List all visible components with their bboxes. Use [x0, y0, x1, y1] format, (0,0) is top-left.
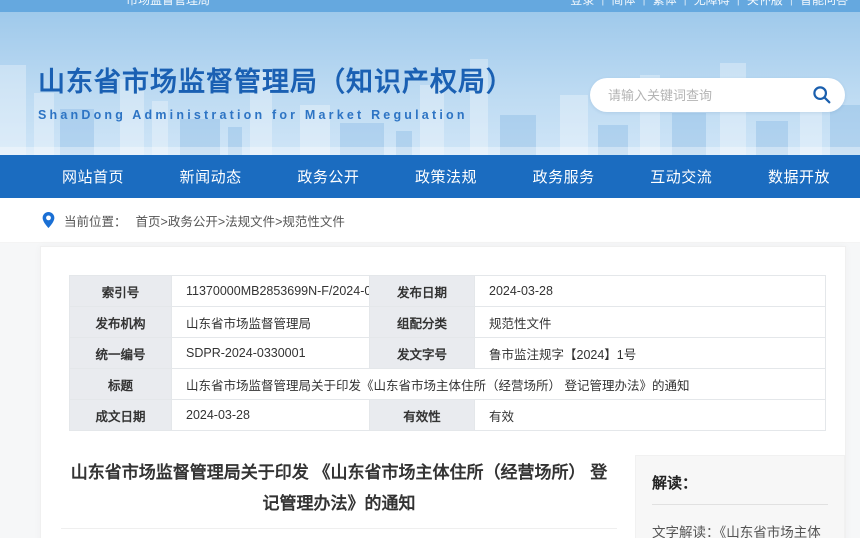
field-value-doc-no: 鲁市监注规字【2024】1号 [475, 338, 826, 369]
topbar-link-care-version[interactable]: 关怀版 [747, 0, 783, 8]
location-pin-icon [42, 212, 55, 228]
interpretation-panel: 解读： 文字解读：《山东省市场主体住所（经营场所）登记管理办法》 [635, 455, 845, 538]
nav-item-news[interactable]: 新闻动态 [180, 166, 242, 187]
nav-item-home[interactable]: 网站首页 [62, 166, 124, 187]
field-value-title: 山东省市场监督管理局关于印发《山东省市场主体住所（经营场所） 登记管理办法》的通… [172, 369, 826, 400]
site-subtitle-english: ShanDong Administration for Market Regul… [38, 108, 514, 122]
search-input[interactable] [606, 87, 809, 104]
field-label-unified-no: 统一编号 [70, 338, 172, 369]
nav-item-policies[interactable]: 政策法规 [415, 166, 477, 187]
search-button[interactable] [809, 82, 835, 108]
site-brand: 山东省市场监督管理局（知识产权局） ShanDong Administratio… [38, 60, 514, 122]
field-label-category: 组配分类 [370, 307, 475, 338]
article-title: 山东省市场监督管理局关于印发 《山东省市场主体住所（经营场所） 登记管理办法》的… [65, 457, 613, 519]
field-value-category: 规范性文件 [475, 307, 826, 338]
field-value-unified-no: SDPR-2024-0330001 [172, 338, 370, 369]
field-label-publish-date: 发布日期 [370, 276, 475, 307]
nav-item-gov-disclosure[interactable]: 政务公开 [297, 166, 359, 187]
table-row: 索引号 11370000MB2853699N-F/2024-00300 发布日期… [70, 276, 826, 307]
page: 市场监督管理局 登录 | 简体 | 繁体 | 无障碍 | 关怀版 | 智能问答 [0, 0, 860, 538]
nav-item-interaction[interactable]: 互动交流 [650, 166, 712, 187]
search-icon [811, 84, 833, 106]
breadcrumb-path[interactable]: 首页>政务公开>法规文件>规范性文件 [136, 211, 345, 230]
main-nav: 网站首页 新闻动态 政务公开 政策法规 政务服务 互动交流 数据开放 [0, 155, 860, 198]
article-section: 山东省市场监督管理局关于印发 《山东省市场主体住所（经营场所） 登记管理办法》的… [41, 431, 845, 538]
table-row: 成文日期 2024-03-28 有效性 有效 [70, 400, 826, 431]
breadcrumb: 当前位置： 首页>政务公开>法规文件>规范性文件 [0, 198, 860, 243]
separator: | [684, 0, 687, 6]
field-value-publish-date: 2024-03-28 [475, 276, 826, 307]
topbar-link-login[interactable]: 登录 [570, 0, 594, 8]
breadcrumb-label: 当前位置： [64, 211, 127, 230]
field-label-issuing-agency: 发布机构 [70, 307, 172, 338]
field-label-doc-no: 发文字号 [370, 338, 475, 369]
table-row: 统一编号 SDPR-2024-0330001 发文字号 鲁市监注规字【2024】… [70, 338, 826, 369]
search-box [590, 78, 845, 112]
top-utility-bar: 市场监督管理局 登录 | 简体 | 繁体 | 无障碍 | 关怀版 | 智能问答 [0, 0, 860, 12]
document-card: 索引号 11370000MB2853699N-F/2024-00300 发布日期… [40, 246, 846, 538]
topbar-links: 登录 | 简体 | 繁体 | 无障碍 | 关怀版 | 智能问答 [570, 0, 848, 8]
article-column: 山东省市场监督管理局关于印发 《山东省市场主体住所（经营场所） 登记管理办法》的… [61, 431, 617, 538]
nav-item-services[interactable]: 政务服务 [533, 166, 595, 187]
field-label-written-date: 成文日期 [70, 400, 172, 431]
field-label-validity: 有效性 [370, 400, 475, 431]
nav-item-open-data[interactable]: 数据开放 [768, 166, 830, 187]
field-label-title: 标题 [70, 369, 172, 400]
site-title: 山东省市场监督管理局（知识产权局） [38, 60, 514, 99]
interpretation-heading: 解读： [652, 472, 828, 505]
field-value-issuing-agency: 山东省市场监督管理局 [172, 307, 370, 338]
separator: | [642, 0, 645, 6]
separator: | [790, 0, 793, 6]
field-value-validity: 有效 [475, 400, 826, 431]
interpretation-link[interactable]: 文字解读：《山东省市场主体住所（经营场所）登记管理办法》 [652, 518, 828, 538]
header-banner: 山东省市场监督管理局（知识产权局） ShanDong Administratio… [0, 12, 860, 155]
topbar-link-simplified[interactable]: 简体 [611, 0, 635, 8]
topbar-link-accessibility[interactable]: 无障碍 [694, 0, 730, 8]
table-row: 发布机构 山东省市场监督管理局 组配分类 规范性文件 [70, 307, 826, 338]
separator: | [601, 0, 604, 6]
field-label-index-no: 索引号 [70, 276, 172, 307]
topbar-site-text: 市场监督管理局 [126, 0, 210, 8]
topbar-link-smart-qa[interactable]: 智能问答 [800, 0, 848, 8]
table-row: 标题 山东省市场监督管理局关于印发《山东省市场主体住所（经营场所） 登记管理办法… [70, 369, 826, 400]
field-value-index-no: 11370000MB2853699N-F/2024-00300 [172, 276, 370, 307]
document-info-table: 索引号 11370000MB2853699N-F/2024-00300 发布日期… [69, 275, 826, 431]
topbar-link-traditional[interactable]: 繁体 [653, 0, 677, 8]
separator: | [737, 0, 740, 6]
article-meta-row: 时间 : 2024-03-28 00:00:00 【 字体大小: 大中小 】 浏… [61, 528, 617, 538]
field-value-written-date: 2024-03-28 [172, 400, 370, 431]
